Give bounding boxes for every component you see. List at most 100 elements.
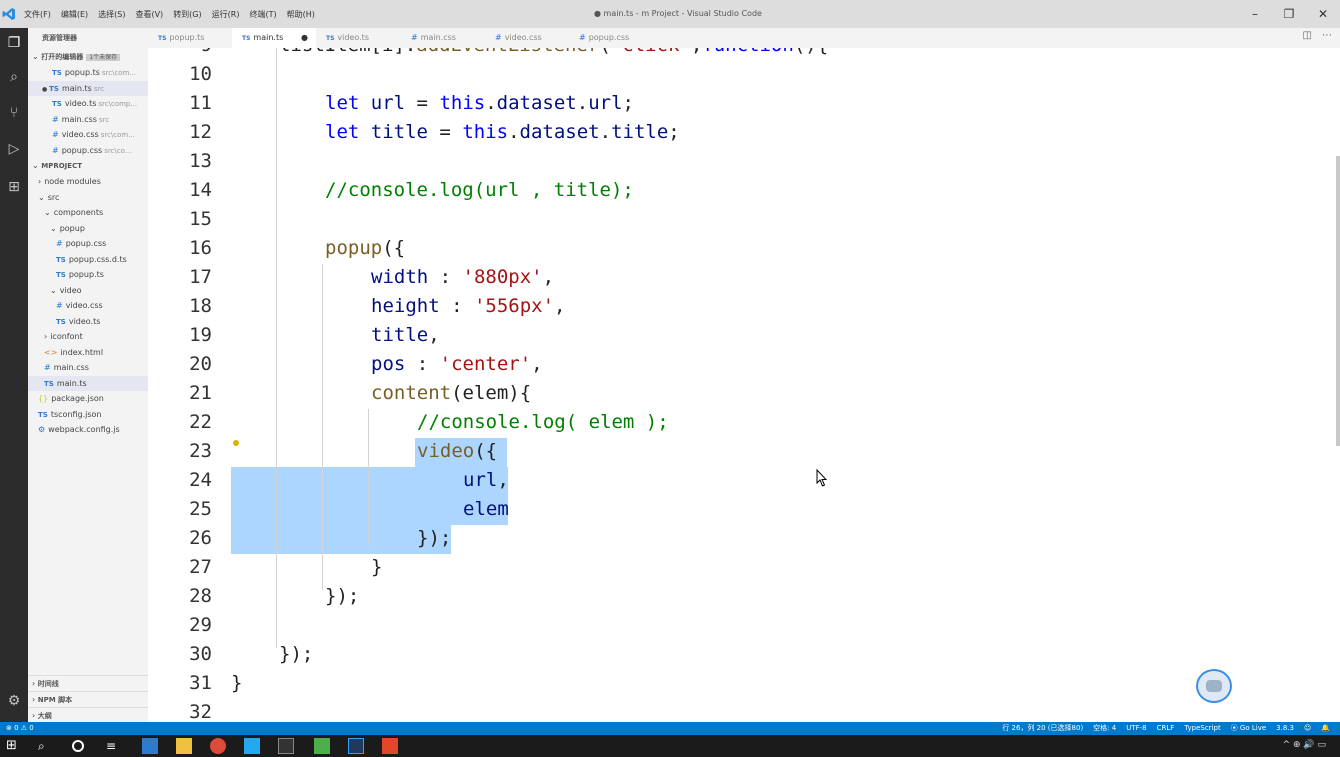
settings-gear-icon[interactable]: ⚙ <box>5 692 23 710</box>
tree-item[interactable]: TS popup.ts <box>28 267 148 282</box>
tab-label: video.ts <box>337 33 369 42</box>
extensions-icon[interactable]: ⊞ <box>5 178 23 196</box>
file-path: src\com... <box>100 131 135 139</box>
line-number: 9 <box>148 48 212 56</box>
tree-item[interactable]: TS main.ts <box>28 375 148 391</box>
more-actions-icon[interactable]: ⋯ <box>1322 30 1332 41</box>
tree-item[interactable]: TS video.ts <box>28 314 148 329</box>
menu-item[interactable]: 帮助(H) <box>287 9 315 20</box>
project-section[interactable]: ⌄ MPROJECT <box>28 158 148 173</box>
source-control-icon[interactable]: ⑂ <box>5 104 23 122</box>
tab-video-ts[interactable]: TS video.ts <box>316 28 400 48</box>
open-editors-section[interactable]: ⌄ 打开的编辑器 1个未保存 <box>28 49 148 64</box>
tree-item[interactable]: › iconfont <box>28 329 148 344</box>
tree-item[interactable]: ⌄ components <box>28 205 148 220</box>
file-name: video.css <box>61 130 99 139</box>
tab-popup-ts[interactable]: TS popup.ts <box>148 28 232 48</box>
typescript-file-icon: TS <box>158 35 167 42</box>
open-editor-item[interactable]: # popup.css src\co... <box>28 143 148 158</box>
problems-indicator[interactable]: ⊗ 0 ⚠ 0 <box>6 722 34 735</box>
line-number: 17 <box>189 266 212 288</box>
line-number: 14 <box>189 179 212 201</box>
go-live-button[interactable]: ⦿ Go Live <box>1231 722 1266 735</box>
minimize-button[interactable]: – <box>1238 0 1272 28</box>
task-view-icon[interactable]: ≡ <box>106 738 122 754</box>
tree-item[interactable]: ⌄ popup <box>28 221 148 236</box>
search-icon[interactable]: ⌕ <box>5 68 23 86</box>
line-number: 25 <box>189 498 212 520</box>
photoshop-icon[interactable] <box>348 738 364 754</box>
menu-item[interactable]: 运行(R) <box>212 9 240 20</box>
chrome-icon[interactable] <box>210 738 226 754</box>
tree-item[interactable]: ⌄ src <box>28 190 148 205</box>
css-file-icon: # <box>411 33 418 42</box>
split-editor-icon[interactable]: ◫ <box>1303 30 1312 41</box>
recorder-icon[interactable] <box>382 738 398 754</box>
os-taskbar: ⊞ ⌕ ≡ ^ ⊕ 🔊 ▭ <box>0 735 1340 757</box>
tree-item[interactable]: ⚙ webpack.config.js <box>28 422 148 437</box>
tab-video-css[interactable]: # video.css <box>485 28 569 48</box>
tree-item-label: video <box>59 285 82 295</box>
code-line: video({ <box>417 440 498 462</box>
tree-item[interactable]: › node modules <box>28 174 148 189</box>
menu-item[interactable]: 转到(G) <box>173 9 201 20</box>
tree-item[interactable]: TS popup.css.d.ts <box>28 252 148 267</box>
tab-main-ts[interactable]: TS main.ts ● <box>232 28 316 48</box>
file-explorer-icon[interactable] <box>176 738 192 754</box>
app-icon[interactable] <box>142 738 158 754</box>
vertical-scrollbar[interactable] <box>1336 156 1340 446</box>
open-editor-item[interactable]: # main.css src <box>28 112 148 127</box>
feedback-icon[interactable]: ☺ <box>1304 722 1311 735</box>
indentation[interactable]: 空格: 4 <box>1093 722 1116 735</box>
search-icon[interactable]: ⌕ <box>38 738 54 754</box>
tab-main-css[interactable]: # main.css <box>401 28 485 48</box>
menu-item[interactable]: 查看(V) <box>135 9 163 20</box>
ts-version[interactable]: 3.8.3 <box>1276 722 1294 735</box>
windows-start-icon[interactable]: ⊞ <box>6 738 22 754</box>
menu-item[interactable]: 文件(F) <box>24 9 51 20</box>
notifications-icon[interactable]: 🔔 <box>1321 722 1330 735</box>
tree-item[interactable]: ⌄ video <box>28 283 148 298</box>
menu-item[interactable]: 编辑(E) <box>61 9 88 20</box>
unsaved-badge: 1个未保存 <box>86 54 121 61</box>
encoding[interactable]: UTF-8 <box>1126 722 1146 735</box>
run-debug-icon[interactable]: ▷ <box>5 140 23 158</box>
assistant-avatar[interactable] <box>1196 669 1232 703</box>
lightbulb-icon[interactable] <box>233 440 239 446</box>
sidebar-section[interactable]: › 时间线 <box>28 675 148 690</box>
open-editor-item[interactable]: ● TS main.ts src <box>28 80 148 96</box>
open-editor-item[interactable]: # video.css src\com... <box>28 127 148 142</box>
menu-item[interactable]: 终端(T) <box>249 9 276 20</box>
cursor-position[interactable]: 行 26，列 20 (已选择80) <box>1002 722 1083 735</box>
vscode-taskbar-icon[interactable] <box>244 738 260 754</box>
open-editor-item[interactable]: TS video.ts src\comp... <box>28 96 148 111</box>
sidebar-section[interactable]: › NPM 脚本 <box>28 691 148 706</box>
menu-item[interactable]: 选择(S) <box>98 9 125 20</box>
system-tray[interactable]: ^ ⊕ 🔊 ▭ <box>1283 740 1326 750</box>
line-ending[interactable]: CRLF <box>1157 722 1175 735</box>
tab-popup-css[interactable]: # popup.css <box>569 28 653 48</box>
tree-item[interactable]: {} package.json <box>28 391 148 406</box>
file-path: src\com... <box>101 69 137 77</box>
line-number: 20 <box>189 353 212 375</box>
cortana-icon[interactable] <box>72 740 84 752</box>
tab-label: main.css <box>420 33 456 42</box>
code-line: content(elem){ <box>371 382 532 404</box>
tree-item[interactable]: # popup.css <box>28 236 148 251</box>
window-controls: – ❐ ✕ <box>1238 0 1340 28</box>
tree-item[interactable]: TS tsconfig.json <box>28 407 148 422</box>
open-editor-item[interactable]: TS popup.ts src\com... <box>28 65 148 80</box>
line-number: 26 <box>189 527 212 549</box>
language-mode[interactable]: TypeScript <box>1184 722 1220 735</box>
terminal-icon[interactable] <box>278 738 294 754</box>
camtasia-icon[interactable] <box>314 738 330 754</box>
tree-item[interactable]: <> index.html <box>28 345 148 360</box>
tree-item[interactable]: # video.css <box>28 298 148 313</box>
unsaved-dot-icon[interactable]: ● <box>301 28 308 48</box>
code-editor[interactable]: 9 listItem[i].addEventListener('click',fu… <box>148 48 1340 722</box>
explorer-icon[interactable]: ❐ <box>5 34 23 52</box>
sidebar-section[interactable]: › 大纲 <box>28 707 148 722</box>
close-button[interactable]: ✕ <box>1306 0 1340 28</box>
tree-item[interactable]: # main.css <box>28 360 148 375</box>
maximize-button[interactable]: ❐ <box>1272 0 1306 28</box>
